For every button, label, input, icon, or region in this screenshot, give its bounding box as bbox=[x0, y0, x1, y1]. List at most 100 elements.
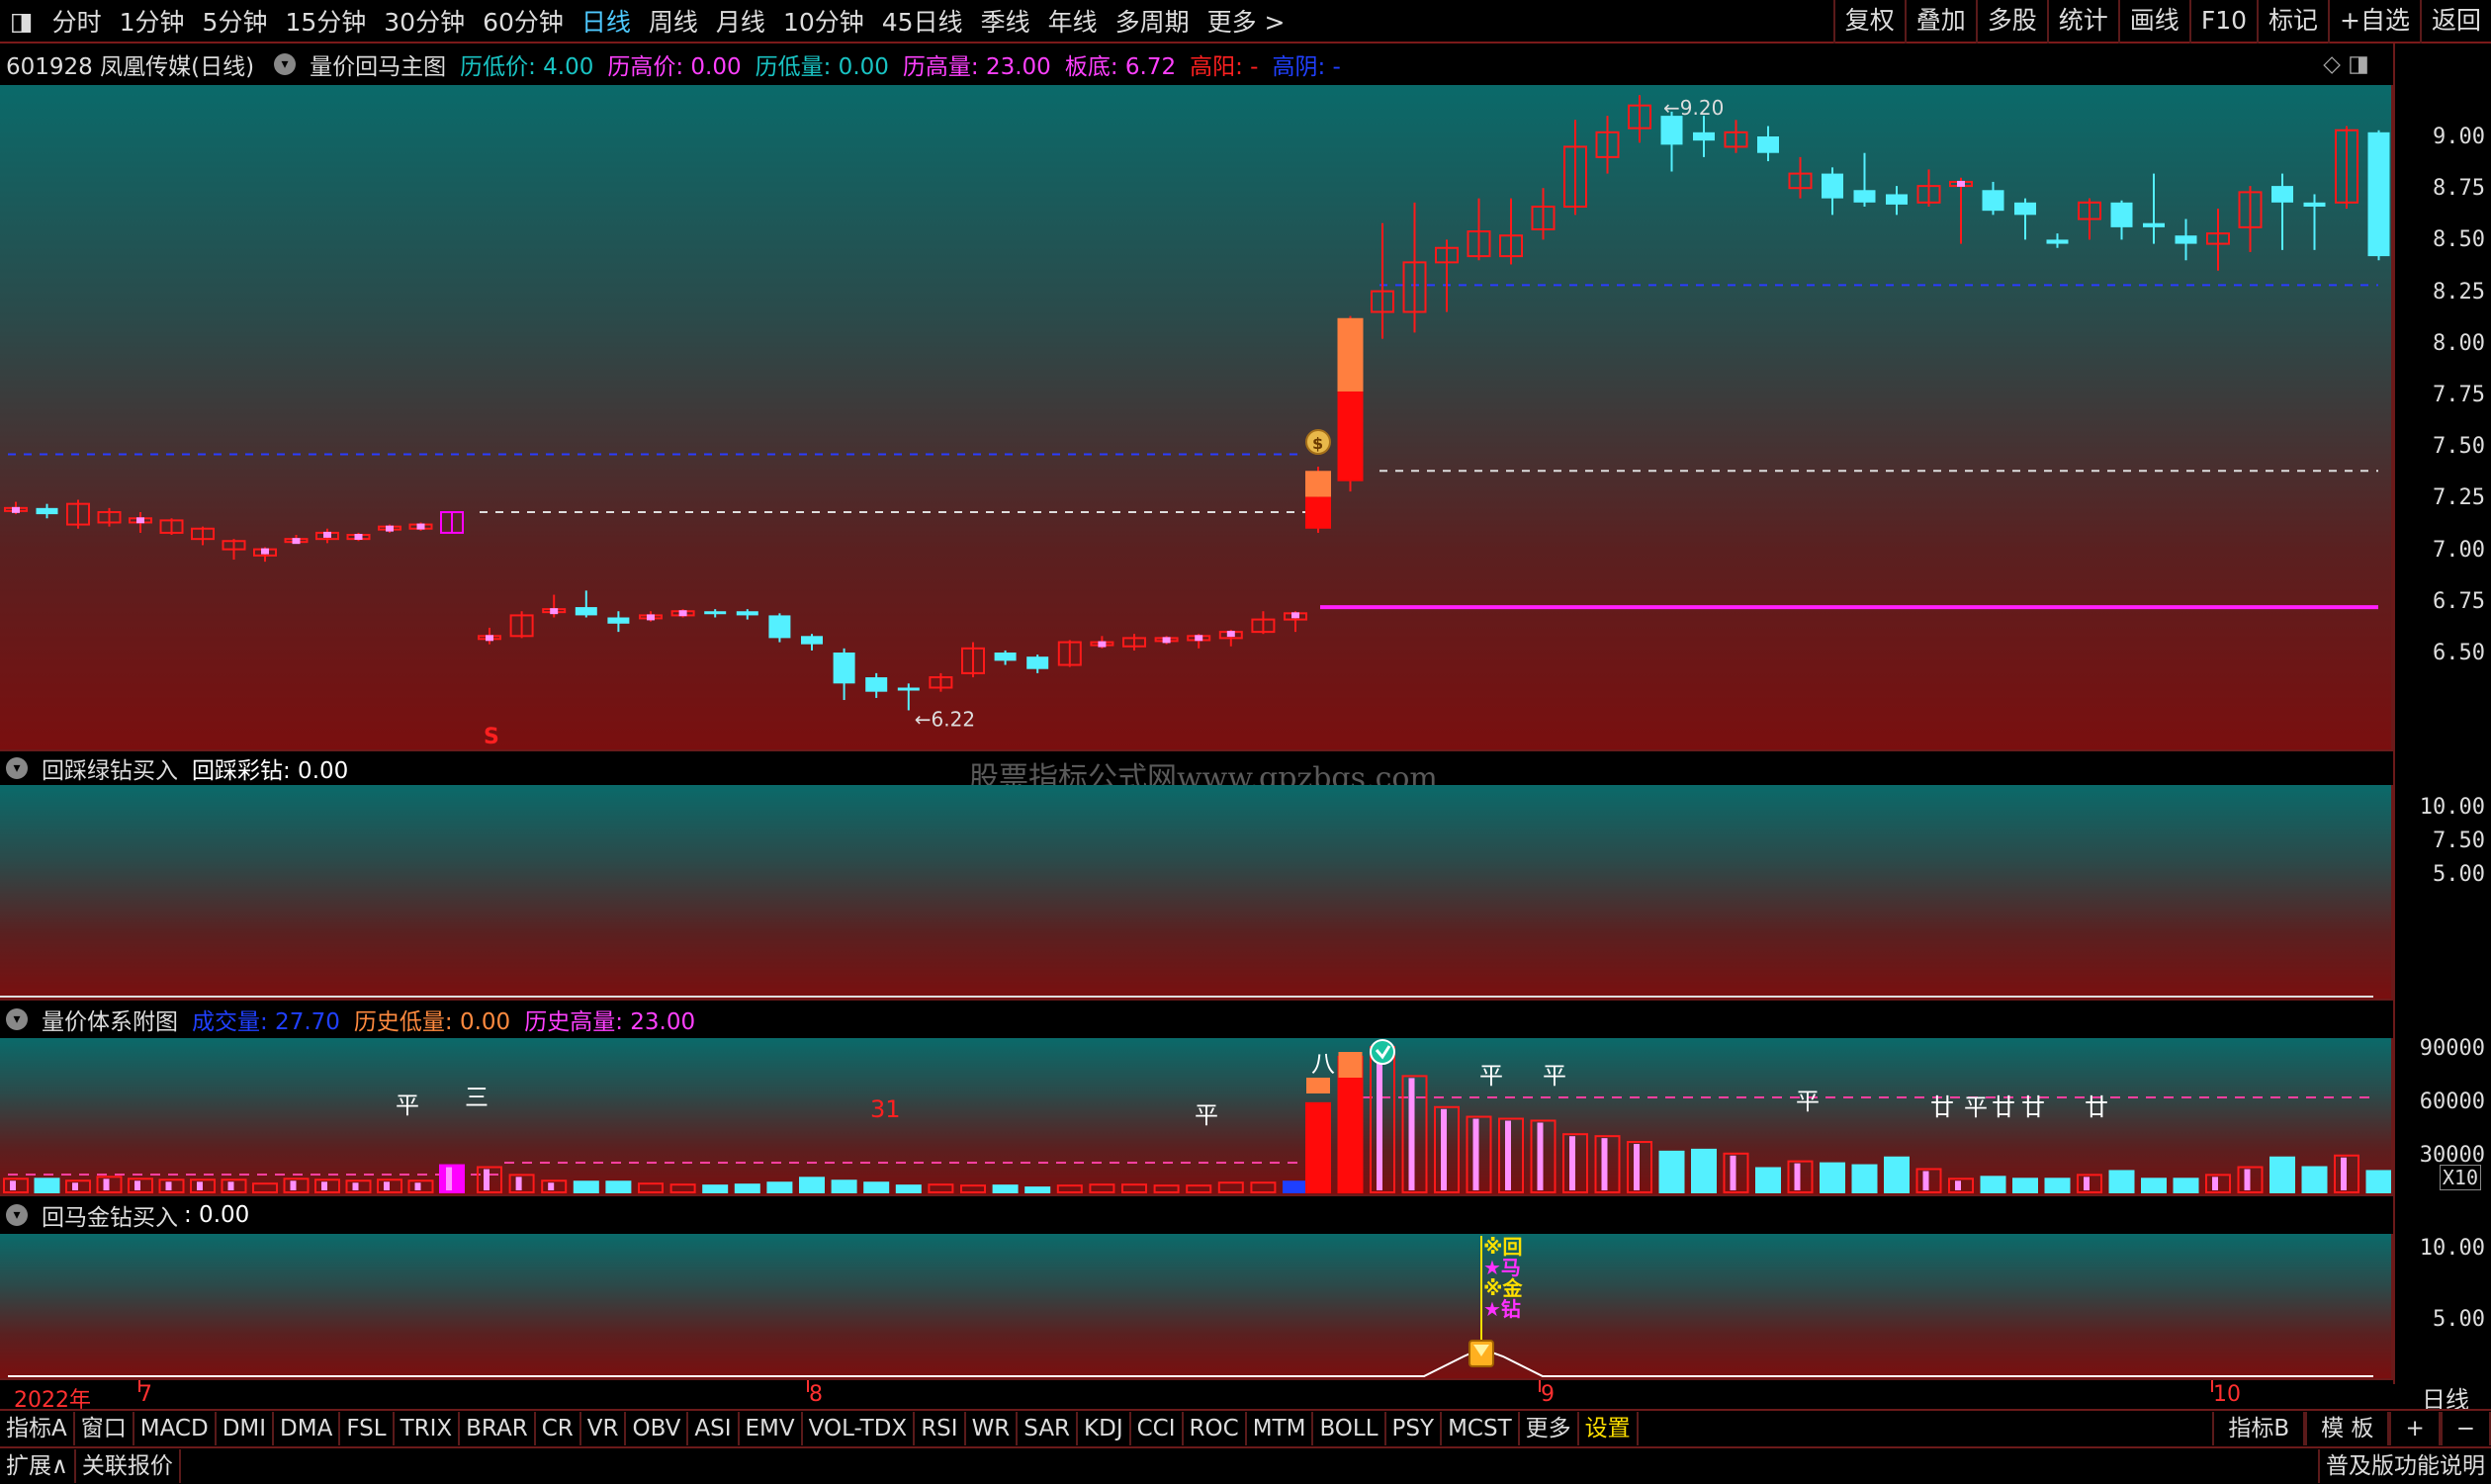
period-8[interactable]: 月线 bbox=[707, 3, 774, 39]
indicator-tab-16[interactable]: SAR bbox=[1018, 1412, 1079, 1445]
toolbar-right-7[interactable]: +自选 bbox=[2328, 0, 2420, 44]
volume-bar-inner bbox=[72, 1182, 78, 1190]
indicator-tab-list: 指标A 窗口 MACD DMI DMA FSL TRIX BRAR CR VR OBV ASI EMV V… bbox=[0, 1412, 1639, 1445]
period-3[interactable]: 15分钟 bbox=[276, 3, 375, 39]
panel2-chart[interactable] bbox=[0, 785, 2393, 999]
toolbar-right-2[interactable]: 多股 bbox=[1975, 0, 2047, 44]
toolbar-right-3[interactable]: 统计 bbox=[2046, 0, 2118, 44]
indicator-tab-20[interactable]: MTM bbox=[1247, 1412, 1314, 1445]
volume-bar bbox=[1691, 1148, 1717, 1193]
volume-bar bbox=[1024, 1186, 1051, 1194]
value-axis: 9.00 8.75 8.50 8.25 8.00 7.75 7.50 7.25 7.00 6.75… bbox=[2393, 44, 2491, 1414]
period-14[interactable]: 更多 > bbox=[1199, 3, 1294, 39]
expand-button[interactable]: 扩展∧ bbox=[0, 1449, 76, 1483]
period-6[interactable]: 日线 bbox=[573, 3, 640, 39]
indicator-tab-14[interactable]: RSI bbox=[915, 1412, 966, 1445]
toolbar-right-0[interactable]: 复权 bbox=[1832, 0, 1905, 44]
period-10[interactable]: 45日线 bbox=[873, 3, 972, 39]
indicator-tab-7[interactable]: BRAR bbox=[460, 1412, 536, 1445]
toolbar-right-8[interactable]: 返回 bbox=[2419, 0, 2491, 44]
indicator-tab-21[interactable]: BOLL bbox=[1313, 1412, 1386, 1445]
volume-mark-6: 平 bbox=[1543, 1062, 1566, 1090]
indicator-tab-15[interactable]: WR bbox=[966, 1412, 1019, 1445]
period-13[interactable]: 多周期 bbox=[1107, 3, 1199, 39]
indicator-tab-5[interactable]: FSL bbox=[340, 1412, 395, 1445]
indicator-tab-17[interactable]: KDJ bbox=[1078, 1412, 1131, 1445]
indicator-tab-24[interactable]: 更多 bbox=[1520, 1412, 1579, 1445]
indicator-tab-10[interactable]: OBV bbox=[626, 1412, 689, 1445]
panel3-dropdown-icon[interactable]: ▾ bbox=[6, 1008, 28, 1030]
linked-quote-button[interactable]: 关联报价 bbox=[76, 1449, 181, 1483]
price-tick-6: 7.50 bbox=[2433, 434, 2485, 460]
indicator-tab-9[interactable]: VR bbox=[581, 1412, 627, 1445]
panel4-title[interactable]: 回马金钻买入 bbox=[42, 1198, 178, 1232]
indicator-tab-12[interactable]: EMV bbox=[740, 1412, 803, 1445]
volume-bar bbox=[34, 1178, 60, 1193]
candle-body bbox=[1660, 116, 1683, 145]
toolbar-right-1[interactable]: 叠加 bbox=[1904, 0, 1976, 44]
period-5[interactable]: 60分钟 bbox=[474, 3, 573, 39]
indicator-tab-6[interactable]: TRIX bbox=[395, 1412, 461, 1445]
tab-right-0[interactable]: 指标B bbox=[2212, 1412, 2306, 1445]
indicator-tab-8[interactable]: CR bbox=[536, 1412, 581, 1445]
volume-mark-8: 廿 bbox=[1930, 1093, 1954, 1121]
volume-bar bbox=[863, 1181, 890, 1193]
indicator-name[interactable]: 量价回马主图 bbox=[310, 47, 446, 81]
date-month-7: 7 bbox=[138, 1382, 152, 1407]
date-month-10: 10 bbox=[2213, 1382, 2241, 1407]
indicator-tab-11[interactable]: ASI bbox=[688, 1412, 740, 1445]
candle-body bbox=[1982, 190, 2004, 212]
period-9[interactable]: 10分钟 bbox=[774, 3, 873, 39]
panel4-chart[interactable]: ※回 ★马 ※金 ★钻 bbox=[0, 1234, 2393, 1378]
indicator-tab-3[interactable]: DMI bbox=[217, 1412, 275, 1445]
panel4-dropdown-icon[interactable]: ▾ bbox=[6, 1204, 28, 1226]
period-1[interactable]: 1分钟 bbox=[111, 3, 194, 39]
toolbar-right-4[interactable]: 画线 bbox=[2117, 0, 2189, 44]
indicator-tab-25[interactable]: 设置 bbox=[1579, 1412, 1639, 1445]
period-11[interactable]: 季线 bbox=[972, 3, 1039, 39]
tab-right-2[interactable]: + bbox=[2389, 1412, 2441, 1445]
indicator-dropdown-icon[interactable]: ▾ bbox=[274, 53, 297, 75]
panel-controls-icon[interactable]: ◇ ◨ bbox=[2323, 51, 2369, 77]
indicator-tab-22[interactable]: PSY bbox=[1386, 1412, 1443, 1445]
indicator-tab-19[interactable]: ROC bbox=[1184, 1412, 1247, 1445]
panel2-title[interactable]: 回踩绿钻买入 bbox=[42, 751, 178, 785]
period-4[interactable]: 30分钟 bbox=[375, 3, 474, 39]
candle-body bbox=[1305, 496, 1331, 529]
indicator-tab-23[interactable]: MCST bbox=[1442, 1412, 1520, 1445]
tab-right-1[interactable]: 模 板 bbox=[2305, 1412, 2390, 1445]
indicator-tab-13[interactable]: VOL-TDX bbox=[803, 1412, 916, 1445]
tab-right-3[interactable]: − bbox=[2440, 1412, 2491, 1445]
panel2-dropdown-icon[interactable]: ▾ bbox=[6, 757, 28, 779]
main-price-chart[interactable]: ←9.20 ←6.22 S $ bbox=[0, 85, 2393, 749]
indicator-tab-18[interactable]: CCI bbox=[1131, 1412, 1184, 1445]
panel3-volume-chart[interactable]: 平三 31 平八平平平廿平廿廿廿 bbox=[0, 1038, 2393, 1194]
period-2[interactable]: 5分钟 bbox=[194, 3, 277, 39]
indicator-tab-0[interactable]: 指标A bbox=[0, 1412, 75, 1445]
volume-bar bbox=[831, 1179, 857, 1194]
window-menu-icon[interactable]: ◨ bbox=[0, 7, 44, 36]
candle-body bbox=[2303, 202, 2326, 207]
candle-body bbox=[1026, 656, 1049, 669]
indicator-tab-4[interactable]: DMA bbox=[274, 1412, 341, 1445]
candle-mark bbox=[486, 635, 493, 642]
panel3-title[interactable]: 量价体系附图 bbox=[42, 1003, 178, 1036]
date-axis: 2022年 7 8 9 10 bbox=[0, 1378, 2393, 1413]
toolbar-right-5[interactable]: F10 bbox=[2188, 0, 2257, 44]
volume-bar bbox=[960, 1184, 986, 1193]
period-7[interactable]: 周线 bbox=[640, 3, 707, 39]
candle-body bbox=[994, 653, 1017, 661]
toolbar-right-6[interactable]: 标记 bbox=[2257, 0, 2328, 44]
indicator-tab-2[interactable]: MACD bbox=[134, 1412, 217, 1445]
period-12[interactable]: 年线 bbox=[1039, 3, 1107, 39]
volume-bar bbox=[573, 1180, 599, 1194]
price-tick-7: 7.25 bbox=[2433, 485, 2485, 511]
period-0[interactable]: 分时 bbox=[44, 3, 111, 39]
indicator-tab-1[interactable]: 窗口 bbox=[75, 1412, 134, 1445]
golden-drill-line bbox=[8, 1347, 2373, 1377]
edition-info-button[interactable]: 普及版功能说明 bbox=[2318, 1449, 2491, 1483]
volume-bar-inner bbox=[134, 1180, 140, 1190]
volume-bar-inner bbox=[290, 1180, 297, 1190]
candle-body bbox=[1693, 131, 1715, 141]
candle-body bbox=[2175, 235, 2197, 244]
